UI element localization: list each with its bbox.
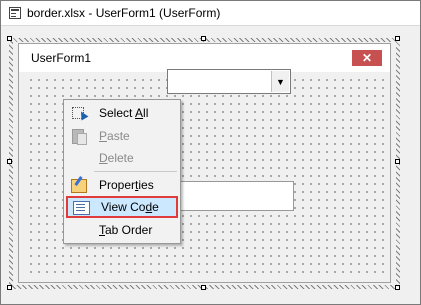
menu-item-label: Paste [99,129,130,143]
resize-handle-left[interactable] [7,159,12,164]
menu-item-tab-order[interactable]: Tab Order [66,219,178,241]
menu-item-properties[interactable]: Properties [66,174,178,196]
vba-designer-window: border.xlsx - UserForm1 (UserForm) UserF… [0,0,421,305]
menu-item-label: Properties [99,178,154,192]
chevron-down-icon[interactable]: ▼ [271,71,289,92]
resize-handle-top-right[interactable] [395,36,400,41]
context-menu: Select All Paste Delete Properties View … [63,99,181,244]
menu-item-label: Delete [99,151,134,165]
userform-title-bar: UserForm1 ✕ [19,44,390,72]
view-code-icon [71,198,93,216]
resize-handle-bottom-left[interactable] [7,285,12,290]
menu-item-select-all[interactable]: Select All [66,102,178,124]
menu-item-label: Tab Order [99,223,153,237]
textbox-control[interactable] [167,181,294,211]
window-title: border.xlsx - UserForm1 (UserForm) [27,6,221,20]
paste-icon [69,127,91,145]
menu-item-paste[interactable]: Paste [66,125,178,147]
menu-item-label: View Code [101,200,159,214]
title-separator [1,25,420,26]
resize-handle-top-left[interactable] [7,36,12,41]
select-all-icon [69,104,91,122]
menu-item-label: Select All [99,106,149,120]
close-icon[interactable]: ✕ [352,50,382,66]
resize-handle-bottom-right[interactable] [395,285,400,290]
resize-handle-bottom[interactable] [201,285,206,290]
combobox-control[interactable]: ▼ [167,69,291,94]
userform-caption: UserForm1 [31,51,92,65]
menu-separator [94,171,177,172]
properties-icon [69,176,91,194]
userform-icon [9,7,21,19]
menu-item-delete[interactable]: Delete [66,147,178,169]
resize-handle-top[interactable] [201,36,206,41]
resize-handle-right[interactable] [395,159,400,164]
menu-item-view-code[interactable]: View Code [66,196,178,218]
title-bar[interactable]: border.xlsx - UserForm1 (UserForm) [1,1,420,25]
